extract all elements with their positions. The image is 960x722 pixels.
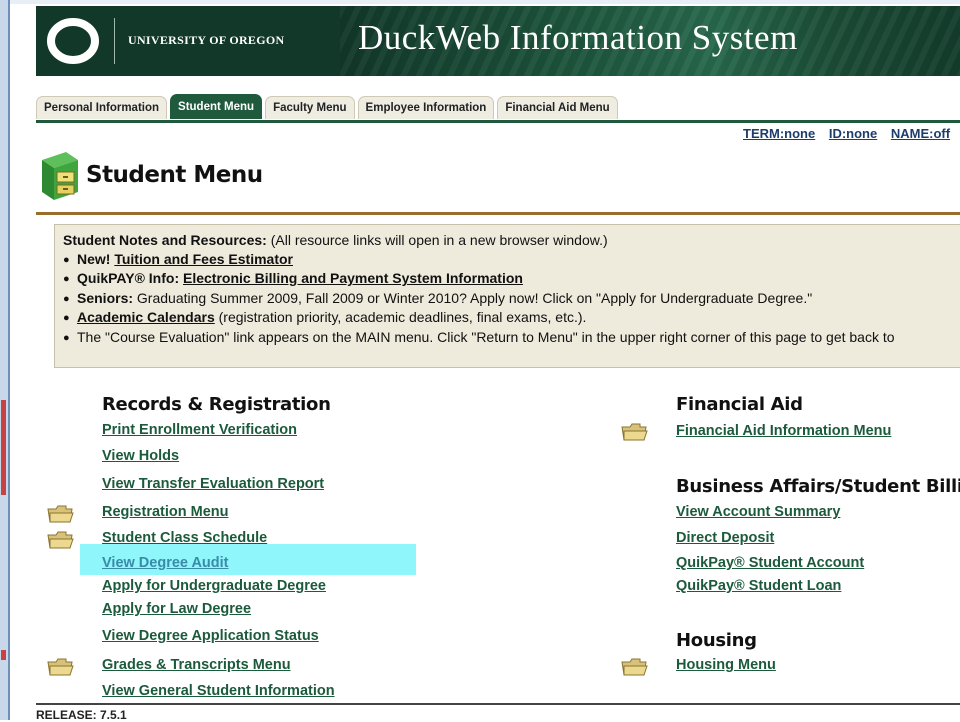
note-prefix: QuikPAY® Info:: [77, 270, 183, 287]
folder-icon: [47, 505, 74, 523]
note-prefix: New!: [77, 250, 115, 267]
registration-menu-link[interactable]: Registration Menu: [102, 504, 228, 520]
financial-aid-info-menu-link[interactable]: Financial Aid Information Menu: [676, 423, 891, 439]
header-banner: UNIVERSITY OF OREGON DuckWeb Information…: [36, 6, 960, 76]
tab-personal-information[interactable]: Personal Information: [36, 96, 168, 119]
tab-financial-aid-menu[interactable]: Financial Aid Menu: [497, 96, 618, 119]
main-tabs: Personal Information Student Menu Facult…: [36, 94, 618, 120]
tab-employee-information[interactable]: Employee Information: [357, 96, 495, 119]
records-registration-title: Records & Registration: [102, 394, 331, 415]
session-info: TERM:none ID:none NAME:off: [743, 126, 960, 141]
view-degree-audit-link[interactable]: View Degree Audit: [102, 555, 229, 571]
view-general-student-info-link[interactable]: View General Student Information: [102, 683, 335, 699]
note-item: ● New! Tuition and Fees Estimator: [63, 250, 953, 270]
notes-heading: Student Notes and Resources:: [63, 232, 267, 248]
name-link[interactable]: NAME:off: [891, 126, 950, 141]
note-item: ● The "Course Evaluation" link appears on…: [63, 328, 953, 348]
university-name[interactable]: UNIVERSITY OF OREGON: [128, 33, 284, 48]
apply-law-degree-link[interactable]: Apply for Law Degree: [102, 601, 251, 617]
window-edge-marker-small: [1, 650, 6, 660]
tuition-estimator-link[interactable]: Tuition and Fees Estimator: [114, 251, 293, 267]
notes-heading-line: Student Notes and Resources: (All resour…: [63, 231, 953, 250]
system-title: DuckWeb Information System: [358, 18, 798, 57]
print-enrollment-verification-link[interactable]: Print Enrollment Verification: [102, 422, 297, 438]
note-text: (registration priority, academic deadlin…: [214, 309, 587, 326]
apply-undergraduate-degree-link[interactable]: Apply for Undergraduate Degree: [102, 578, 326, 594]
bullet-icon: ●: [63, 273, 70, 286]
financial-aid-title: Financial Aid: [676, 394, 803, 415]
window-edge-marker: [1, 400, 6, 495]
note-item: ● Seniors: Graduating Summer 2009, Fall 2…: [63, 289, 953, 309]
folder-icon: [621, 423, 648, 441]
bullet-icon: ●: [63, 312, 70, 325]
university-o-logo-icon[interactable]: [46, 16, 100, 66]
quikpay-student-loan-link[interactable]: QuikPay® Student Loan: [676, 578, 841, 594]
direct-deposit-link[interactable]: Direct Deposit: [676, 530, 774, 546]
logo-divider: [114, 18, 115, 64]
electronic-billing-link[interactable]: Electronic Billing and Payment System In…: [183, 270, 523, 286]
notes-heading-note: (All resource links will open in a new b…: [266, 232, 608, 248]
footer-divider: [36, 703, 960, 705]
file-cabinet-icon: [42, 152, 78, 200]
housing-title: Housing: [676, 630, 757, 651]
note-item: ● QuikPAY® Info: Electronic Billing and P…: [63, 269, 953, 289]
id-link[interactable]: ID:none: [829, 126, 877, 141]
grades-transcripts-menu-link[interactable]: Grades & Transcripts Menu: [102, 657, 291, 673]
tab-underline: [36, 120, 960, 123]
folder-icon: [621, 658, 648, 676]
housing-menu-link[interactable]: Housing Menu: [676, 657, 776, 673]
note-item: ● Academic Calendars (registration priori…: [63, 308, 953, 328]
bullet-icon: ●: [63, 253, 70, 266]
bullet-icon: ●: [63, 331, 70, 344]
note-text: The "Course Evaluation" link appears on …: [77, 328, 895, 345]
business-affairs-title: Business Affairs/Student Billing: [676, 476, 960, 497]
heading-divider: [36, 212, 960, 215]
bullet-icon: ●: [63, 292, 70, 305]
note-text: Graduating Summer 2009, Fall 2009 or Win…: [133, 289, 813, 306]
tab-student-menu[interactable]: Student Menu: [170, 94, 263, 119]
note-prefix: Seniors:: [77, 289, 134, 306]
student-class-schedule-link[interactable]: Student Class Schedule: [102, 530, 267, 546]
view-transfer-evaluation-link[interactable]: View Transfer Evaluation Report: [102, 476, 324, 492]
window-left-edge: [0, 0, 10, 720]
page-title: Student Menu: [86, 162, 263, 188]
student-notes-box: Student Notes and Resources: (All resour…: [54, 224, 960, 368]
view-holds-link[interactable]: View Holds: [102, 448, 179, 464]
tab-faculty-menu[interactable]: Faculty Menu: [265, 96, 355, 119]
view-account-summary-link[interactable]: View Account Summary: [676, 504, 840, 520]
view-degree-application-status-link[interactable]: View Degree Application Status: [102, 628, 319, 644]
quikpay-student-account-link[interactable]: QuikPay® Student Account: [676, 555, 864, 571]
folder-icon: [47, 658, 74, 676]
window-top-edge: [0, 0, 960, 4]
academic-calendars-link[interactable]: Academic Calendars: [77, 309, 215, 325]
term-link[interactable]: TERM:none: [743, 126, 815, 141]
folder-icon: [47, 531, 74, 549]
